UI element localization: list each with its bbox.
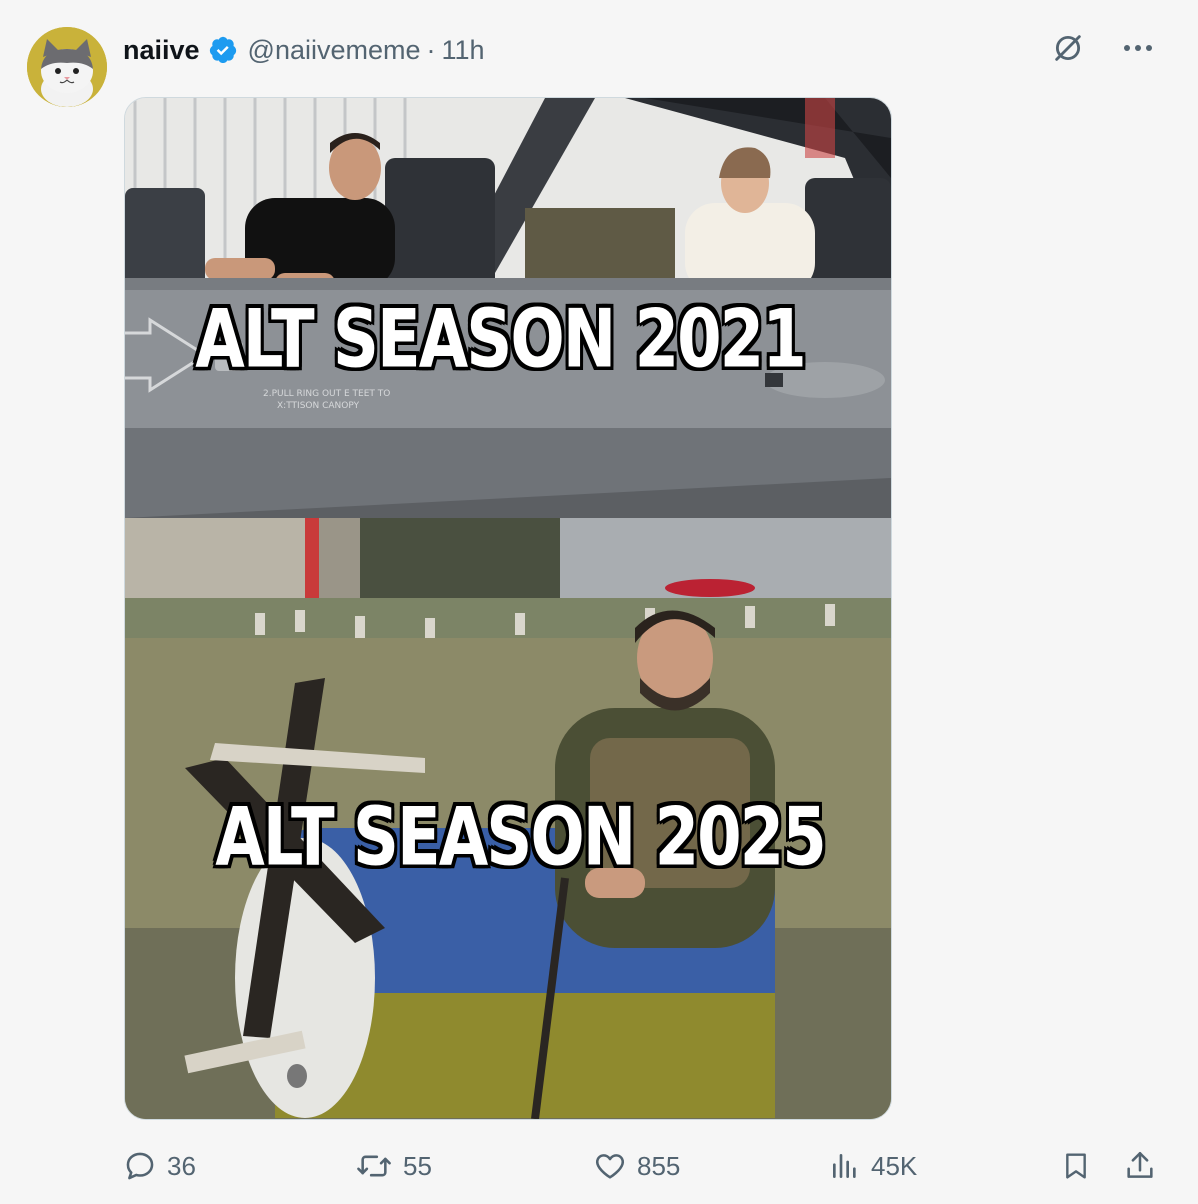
post-time[interactable]: 11h [442,35,485,66]
separator-dot: · [426,34,436,65]
post-header: naiive @naiivememe · 11h [123,30,485,70]
bookmark-button[interactable] [1060,1144,1102,1188]
avatar[interactable] [27,27,107,107]
views-icon [833,1154,856,1178]
post-action-bar: 36 55 855 45K [123,1144,1163,1188]
user-handle[interactable]: @naiivememe [248,35,421,66]
top-meme-caption: ALT SEASON 2021 [195,293,806,387]
post-top-actions [1048,28,1158,68]
reply-icon [126,1152,154,1180]
display-name[interactable]: naiive [123,35,200,66]
views-button[interactable]: 45K [829,1144,917,1188]
bottom-meme-caption: ALT SEASON 2025 [215,791,826,885]
repost-button[interactable]: 55 [355,1144,432,1188]
repost-count: 55 [403,1150,432,1181]
bookmark-icon [1066,1153,1086,1179]
like-button[interactable]: 855 [593,1144,680,1188]
post-media-image[interactable]: 2.PULL RING OUT E TEET TO X:TTISON CANOP… [124,97,892,1120]
repost-icon [357,1155,391,1177]
stencil-line-2: X:TTISON CANOPY [277,401,360,411]
heart-icon [595,1154,625,1179]
verified-badge-icon [208,35,238,65]
like-count: 855 [637,1150,681,1181]
reply-count: 36 [167,1150,196,1181]
share-icon [1127,1151,1153,1178]
cat-avatar-icon [27,27,107,107]
view-count: 45K [871,1150,918,1181]
grok-icon[interactable] [1048,28,1088,68]
share-button[interactable] [1123,1144,1167,1188]
reply-button[interactable]: 36 [123,1144,196,1188]
stencil-line-1: 2.PULL RING OUT E TEET TO [263,389,390,399]
more-icon[interactable] [1118,28,1158,68]
